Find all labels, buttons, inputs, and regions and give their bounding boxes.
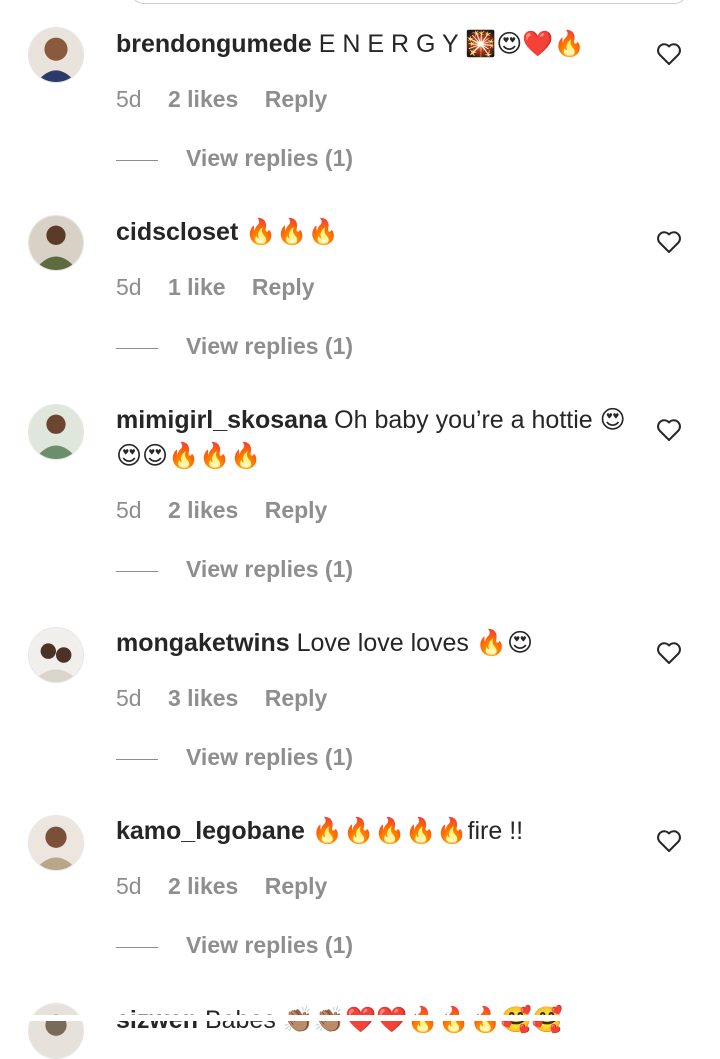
bottom-edge: [0, 1015, 720, 1021]
likes-count[interactable]: 2 likes: [168, 86, 238, 113]
avatar[interactable]: [28, 215, 84, 271]
view-replies-label: View replies (1): [186, 556, 354, 582]
reply-button[interactable]: Reply: [265, 497, 328, 524]
comment-meta: 5d 2 likes Reply: [116, 497, 327, 524]
likes-count[interactable]: 1 like: [168, 274, 226, 301]
comment-input-edge[interactable]: [130, 0, 688, 4]
view-replies-button[interactable]: View replies (1): [116, 932, 436, 962]
avatar[interactable]: [28, 627, 84, 683]
heart-outline-icon[interactable]: [656, 42, 682, 66]
comment-meta: 5d 1 like Reply: [116, 274, 315, 301]
reply-button[interactable]: Reply: [265, 873, 328, 900]
replies-divider: [116, 348, 158, 349]
reply-button[interactable]: Reply: [265, 685, 328, 712]
reply-button[interactable]: Reply: [265, 86, 328, 113]
comment-text: cidscloset 🔥🔥🔥: [116, 214, 626, 250]
comment-text: kamo_legobane 🔥🔥🔥🔥🔥fire !!: [116, 813, 626, 849]
comment-text: brendongumede E N E R G Y 🎇😍❤️🔥: [116, 26, 626, 62]
avatar[interactable]: [28, 27, 84, 83]
comment-body: Love love loves 🔥😍: [296, 629, 534, 657]
username[interactable]: brendongumede: [116, 30, 312, 58]
replies-divider: [116, 759, 158, 760]
view-replies-label: View replies (1): [186, 145, 354, 171]
view-replies-button[interactable]: View replies (1): [116, 744, 436, 774]
comment-time: 5d: [116, 685, 142, 711]
comment-text: mongaketwins Love love loves 🔥😍: [116, 625, 626, 661]
comment-time: 5d: [116, 497, 142, 523]
view-replies-label: View replies (1): [186, 932, 354, 958]
username[interactable]: cidscloset: [116, 218, 238, 246]
likes-count[interactable]: 2 likes: [168, 497, 238, 524]
comment-text: mimigirl_skosana Oh baby you’re a hottie…: [116, 402, 626, 474]
likes-count[interactable]: 2 likes: [168, 873, 238, 900]
comment-time: 5d: [116, 274, 142, 300]
avatar[interactable]: [28, 1003, 84, 1059]
view-replies-button[interactable]: View replies (1): [116, 333, 436, 363]
replies-divider: [116, 947, 158, 948]
view-replies-button[interactable]: View replies (1): [116, 556, 436, 586]
likes-count[interactable]: 3 likes: [168, 685, 238, 712]
view-replies-label: View replies (1): [186, 333, 354, 359]
heart-outline-icon[interactable]: [656, 829, 682, 853]
comment-body: 🔥🔥🔥: [245, 218, 339, 246]
comment-time: 5d: [116, 86, 142, 112]
comment-body: 🔥🔥🔥🔥🔥fire !!: [311, 817, 524, 845]
username[interactable]: kamo_legobane: [116, 817, 305, 845]
heart-outline-icon[interactable]: [656, 418, 682, 442]
replies-divider: [116, 160, 158, 161]
comment-meta: 5d 3 likes Reply: [116, 685, 327, 712]
username[interactable]: mongaketwins: [116, 629, 290, 657]
view-replies-button[interactable]: View replies (1): [116, 145, 436, 175]
reply-button[interactable]: Reply: [252, 274, 315, 301]
view-replies-label: View replies (1): [186, 744, 354, 770]
avatar[interactable]: [28, 815, 84, 871]
heart-outline-icon[interactable]: [656, 641, 682, 665]
avatar[interactable]: [28, 404, 84, 460]
username[interactable]: mimigirl_skosana: [116, 406, 327, 434]
heart-outline-icon[interactable]: [656, 230, 682, 254]
comment-body: E N E R G Y 🎇😍❤️🔥: [318, 30, 585, 58]
comment-meta: 5d 2 likes Reply: [116, 86, 327, 113]
comment-meta: 5d 2 likes Reply: [116, 873, 327, 900]
replies-divider: [116, 571, 158, 572]
comment-time: 5d: [116, 873, 142, 899]
